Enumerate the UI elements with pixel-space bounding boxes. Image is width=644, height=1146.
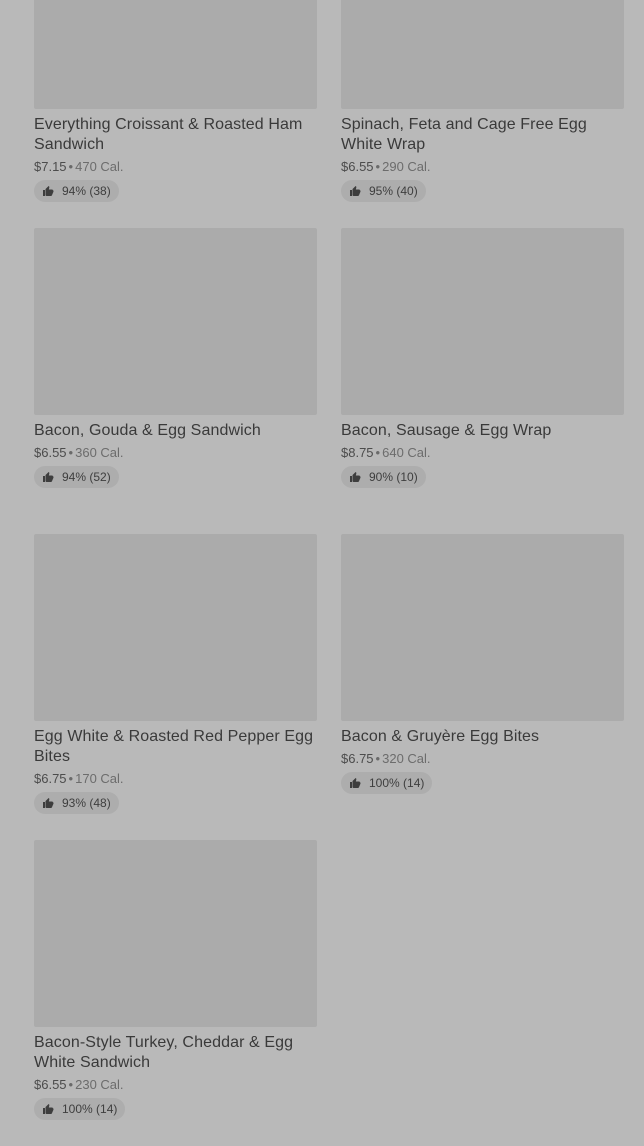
thumbs-up-icon bbox=[43, 472, 54, 482]
meta-separator: • bbox=[68, 159, 74, 174]
item-price: $7.15 bbox=[34, 159, 67, 174]
thumbs-up-icon bbox=[350, 778, 361, 788]
menu-item-card[interactable]: Bacon-Style Turkey, Cheddar & Egg White … bbox=[34, 840, 317, 1146]
item-calories: 320 Cal. bbox=[382, 751, 431, 766]
menu-grid: Everything Croissant & Roasted Ham Sandw… bbox=[34, 0, 624, 1146]
item-name[interactable]: Spinach, Feta and Cage Free Egg White Wr… bbox=[341, 115, 624, 155]
item-calories: 470 Cal. bbox=[75, 159, 124, 174]
rating-text: 93% (48) bbox=[62, 796, 111, 810]
item-meta: $6.75 • 170 Cal. bbox=[34, 770, 317, 787]
meta-separator: • bbox=[375, 445, 381, 460]
rating-badge: 90% (10) bbox=[341, 466, 426, 488]
rating-badge: 100% (14) bbox=[341, 772, 433, 794]
item-image-placeholder[interactable] bbox=[341, 228, 624, 415]
rating-badge: 94% (52) bbox=[34, 466, 119, 488]
item-price: $6.55 bbox=[341, 159, 374, 174]
meta-separator: • bbox=[375, 751, 381, 766]
meta-separator: • bbox=[375, 159, 381, 174]
menu-item-card[interactable]: Bacon, Sausage & Egg Wrap $8.75 • 640 Cal.… bbox=[341, 228, 624, 534]
item-name[interactable]: Bacon-Style Turkey, Cheddar & Egg White … bbox=[34, 1033, 317, 1073]
menu-item-card[interactable]: Everything Croissant & Roasted Ham Sandw… bbox=[34, 0, 317, 228]
item-image-placeholder[interactable] bbox=[341, 534, 624, 721]
item-image-placeholder[interactable] bbox=[34, 840, 317, 1027]
rating-text: 100% (14) bbox=[62, 1102, 118, 1116]
item-meta: $6.55 • 230 Cal. bbox=[34, 1076, 317, 1093]
item-calories: 170 Cal. bbox=[75, 771, 124, 786]
meta-separator: • bbox=[68, 771, 74, 786]
item-calories: 290 Cal. bbox=[382, 159, 431, 174]
item-image-placeholder[interactable] bbox=[341, 0, 624, 109]
item-calories: 360 Cal. bbox=[75, 445, 124, 460]
thumbs-up-icon bbox=[43, 186, 54, 196]
item-meta: $7.15 • 470 Cal. bbox=[34, 158, 317, 175]
item-calories: 230 Cal. bbox=[75, 1077, 124, 1092]
item-meta: $6.75 • 320 Cal. bbox=[341, 750, 624, 767]
item-price: $6.55 bbox=[34, 445, 67, 460]
menu-item-card[interactable]: Bacon, Gouda & Egg Sandwich $6.55 • 360 Ca… bbox=[34, 228, 317, 534]
rating-text: 94% (52) bbox=[62, 470, 111, 484]
item-image-placeholder[interactable] bbox=[34, 0, 317, 109]
rating-text: 90% (10) bbox=[369, 470, 418, 484]
item-meta: $6.55 • 290 Cal. bbox=[341, 158, 624, 175]
thumbs-up-icon bbox=[350, 472, 361, 482]
item-name[interactable]: Bacon & Gruyère Egg Bites bbox=[341, 727, 624, 747]
menu-item-card[interactable]: Bacon & Gruyère Egg Bites $6.75 • 320 Cal.… bbox=[341, 534, 624, 840]
item-name[interactable]: Bacon, Sausage & Egg Wrap bbox=[341, 421, 624, 441]
rating-text: 100% (14) bbox=[369, 776, 425, 790]
rating-badge: 100% (14) bbox=[34, 1098, 126, 1120]
rating-text: 95% (40) bbox=[369, 184, 418, 198]
item-meta: $6.55 • 360 Cal. bbox=[34, 444, 317, 461]
meta-separator: • bbox=[68, 445, 74, 460]
thumbs-up-icon bbox=[43, 1104, 54, 1114]
item-image-placeholder[interactable] bbox=[34, 228, 317, 415]
menu-item-card[interactable]: Egg White & Roasted Red Pepper Egg Bites… bbox=[34, 534, 317, 840]
item-image-placeholder[interactable] bbox=[34, 534, 317, 721]
item-price: $6.75 bbox=[34, 771, 67, 786]
thumbs-up-icon bbox=[43, 798, 54, 808]
item-name[interactable]: Egg White & Roasted Red Pepper Egg Bites bbox=[34, 727, 317, 767]
item-price: $6.75 bbox=[341, 751, 374, 766]
rating-badge: 95% (40) bbox=[341, 180, 426, 202]
item-price: $6.55 bbox=[34, 1077, 67, 1092]
meta-separator: • bbox=[68, 1077, 74, 1092]
item-price: $8.75 bbox=[341, 445, 374, 460]
item-meta: $8.75 • 640 Cal. bbox=[341, 444, 624, 461]
item-name[interactable]: Everything Croissant & Roasted Ham Sandw… bbox=[34, 115, 317, 155]
rating-badge: 93% (48) bbox=[34, 792, 119, 814]
thumbs-up-icon bbox=[350, 186, 361, 196]
rating-text: 94% (38) bbox=[62, 184, 111, 198]
menu-item-card[interactable]: Spinach, Feta and Cage Free Egg White Wr… bbox=[341, 0, 624, 228]
rating-badge: 94% (38) bbox=[34, 180, 119, 202]
item-calories: 640 Cal. bbox=[382, 445, 431, 460]
item-name[interactable]: Bacon, Gouda & Egg Sandwich bbox=[34, 421, 317, 441]
